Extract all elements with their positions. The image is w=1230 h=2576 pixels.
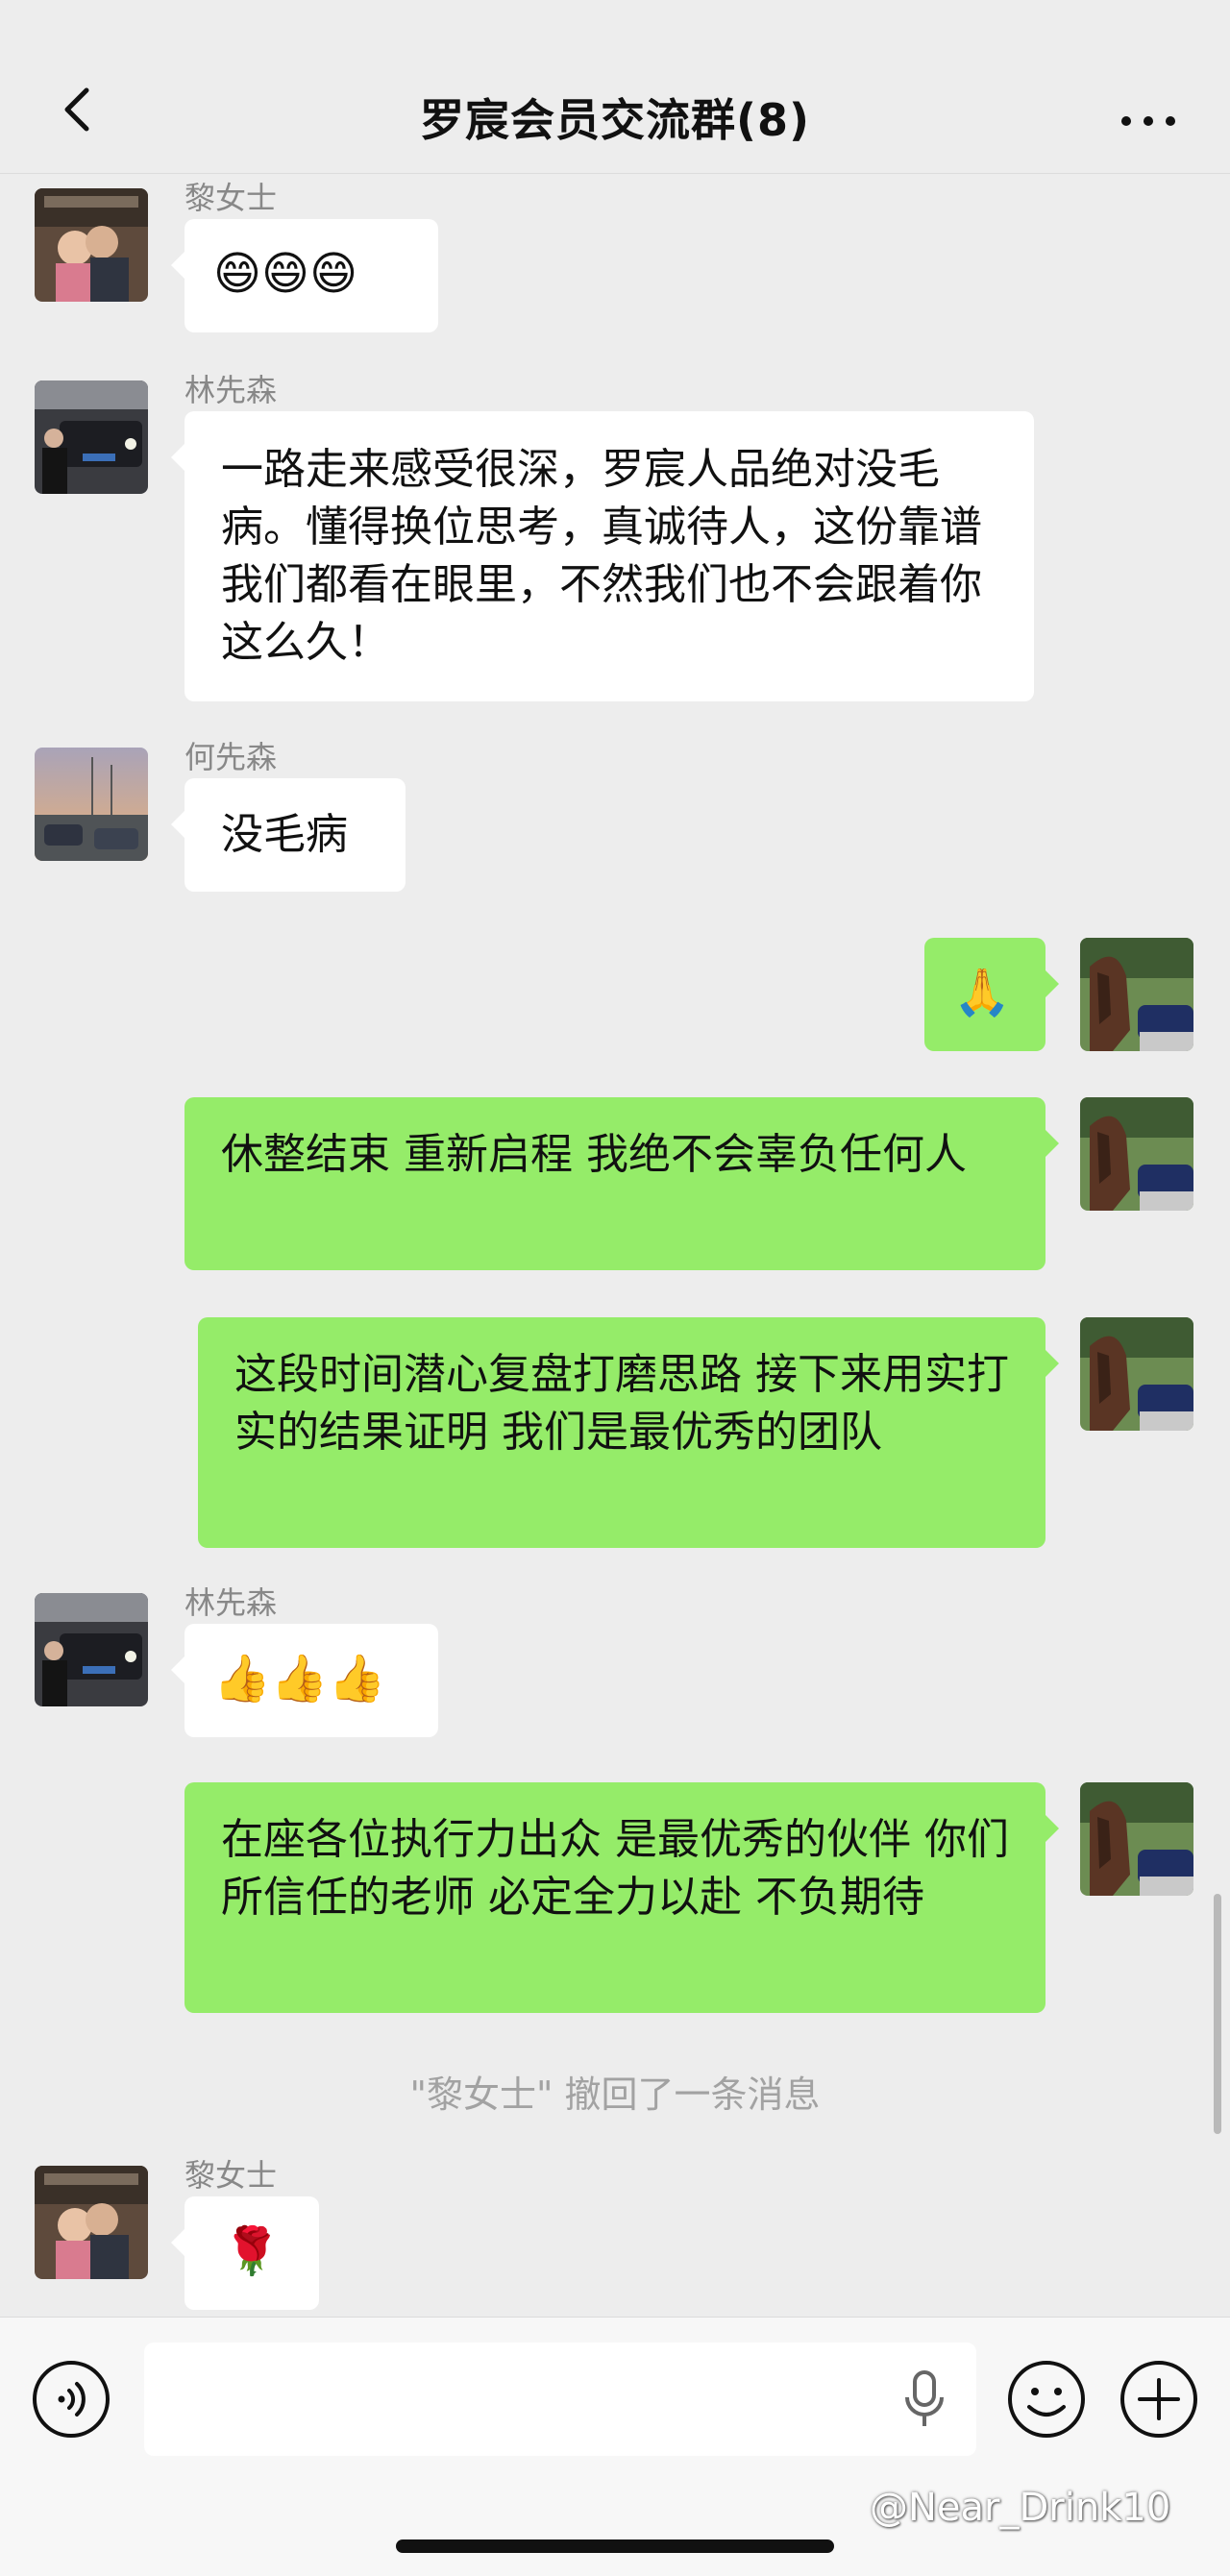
emoji-icon [1008,2361,1085,2438]
sender-name: 林先森 [184,372,278,408]
voice-button[interactable] [31,2359,111,2440]
home-indicator[interactable] [396,2539,834,2553]
self-avatar[interactable] [1080,1782,1193,1896]
avatar[interactable] [35,380,148,494]
more-button[interactable] [1115,102,1182,140]
message-bubble[interactable]: 一路走来感受很深，罗宸人品绝对没毛病。懂得换位思考，真诚待人，这份靠谱我们都看在… [171,411,1034,701]
sender-name: 何先森 [184,739,278,775]
message-text: 没毛病 [221,810,348,859]
message-bubble[interactable]: 🌹 [171,2196,319,2310]
rose-emoji-text: 🌹 [223,2224,281,2278]
avatar[interactable] [35,2166,148,2279]
plus-icon [1120,2361,1197,2438]
message-bubble[interactable]: 在座各位执行力出众 是最优秀的伙伴 你们所信任的老师 必定全力以赴 不负期待 [184,1782,1059,2013]
status-bar [0,0,1230,13]
sender-name: 黎女士 [184,180,278,216]
message-bubble[interactable]: 🙏 [924,938,1059,1051]
avatar[interactable] [35,1593,148,1706]
self-avatar[interactable] [1080,1317,1193,1431]
folded-hands-emoji-text: 🙏 [953,966,1011,1019]
message-input[interactable] [144,2343,976,2456]
emoji-button[interactable] [1006,2359,1087,2440]
recall-notice: "黎女士" 撤回了一条消息 [409,2073,821,2116]
avatar[interactable] [35,748,148,861]
message-text: 一路走来感受很深，罗宸人品绝对没毛病。懂得换位思考，真诚待人，这份靠谱我们都看在… [221,445,982,667]
watermark: @Near_Drink10 [870,2486,1171,2530]
thumbs-up-emoji-text: 👍👍👍 [213,1652,386,1705]
more-horizontal-icon [1121,116,1175,126]
sender-name: 黎女士 [184,2157,278,2194]
message-bubble[interactable]: 这段时间潜心复盘打磨思路 接下来用实打实的结果证明 我们是最优秀的团队 [198,1317,1059,1548]
message-text: 这段时间潜心复盘打磨思路 接下来用实打实的结果证明 我们是最优秀的团队 [234,1350,1009,1457]
sender-name: 林先森 [184,1584,278,1621]
chat-area[interactable]: 黎女士 😄😄😄 林先森 一路走来感受很深，罗宸人品绝对没毛病。懂得换位思考，真诚… [0,174,1230,2317]
mic-button[interactable] [901,2368,947,2430]
self-avatar[interactable] [1080,938,1193,1051]
message-bubble[interactable]: 👍👍👍 [171,1624,438,1737]
message-bubble[interactable]: 😄😄😄 [171,219,438,332]
message-text: 在座各位执行力出众 是最优秀的伙伴 你们所信任的老师 必定全力以赴 不负期待 [221,1815,1009,1922]
scrollbar[interactable] [1214,1894,1221,2134]
voice-icon [33,2361,110,2438]
input-bar: @Near_Drink10 [0,2317,1230,2576]
grinning-emoji-text: 😄😄😄 [213,247,358,301]
message-bubble[interactable]: 没毛病 [171,778,406,892]
message-text: 休整结束 重新启程 我绝不会辜负任何人 [221,1130,967,1179]
self-avatar[interactable] [1080,1097,1193,1211]
chat-header: 罗宸会员交流群(8) [0,13,1230,174]
plus-button[interactable] [1119,2359,1199,2440]
message-bubble[interactable]: 休整结束 重新启程 我绝不会辜负任何人 [184,1097,1059,1270]
mic-icon [905,2370,944,2426]
chat-title: 罗宸会员交流群(8) [419,94,811,146]
avatar[interactable] [35,188,148,302]
